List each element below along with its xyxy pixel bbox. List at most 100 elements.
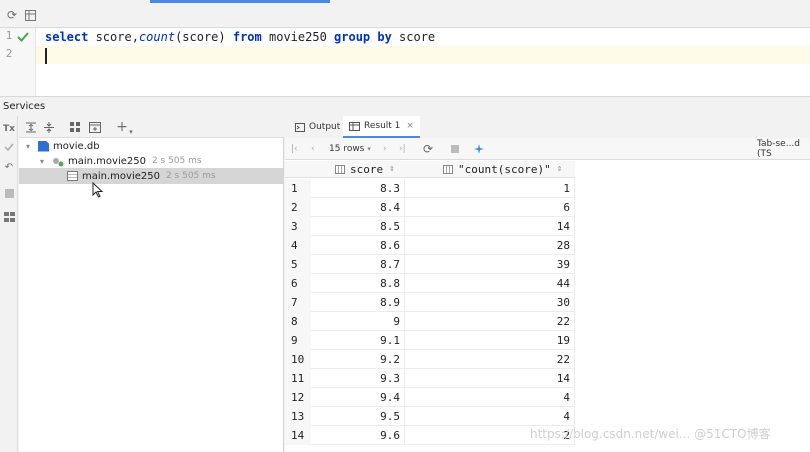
cell-count[interactable]: 22 [405, 350, 575, 369]
group-by-icon[interactable] [67, 119, 83, 135]
cell-score[interactable]: 8.7 [311, 255, 405, 274]
collapse-all-icon[interactable] [41, 119, 57, 135]
services-panel-header: Services [0, 96, 810, 116]
chevron-down-icon[interactable]: ▾ [123, 124, 139, 140]
cell-score[interactable]: 8.3 [311, 179, 405, 198]
active-editor-tab-indicator [150, 0, 330, 3]
expand-all-icon[interactable] [23, 119, 39, 135]
results-panel: Output Result 1 × |‹ ‹ 15 rows ▾ › ›| ⟳ [285, 116, 810, 452]
reload-icon[interactable]: ⟳ [423, 142, 433, 156]
cell-count[interactable]: 6 [405, 198, 575, 217]
column-header-score[interactable]: score ⇕ [311, 161, 405, 178]
cell-score[interactable]: 8.9 [311, 293, 405, 312]
tree-node-session[interactable]: ▾ main.movie250 2 s 505 ms [37, 153, 202, 169]
sql-token: score [391, 30, 436, 44]
cell-score[interactable]: 9.5 [311, 407, 405, 426]
cell-count[interactable]: 22 [405, 312, 575, 331]
stop-icon[interactable] [2, 186, 16, 200]
sql-editor[interactable]: 1 2 select score,count(score) from movie… [0, 28, 810, 96]
last-page-icon[interactable]: ›| [399, 142, 406, 156]
sql-token: count [138, 30, 176, 44]
results-tabs: Output Result 1 × [285, 116, 810, 138]
close-icon[interactable]: × [406, 121, 414, 131]
row-number[interactable]: 11 [285, 369, 311, 388]
chevron-down-icon[interactable]: ▾ [23, 141, 33, 151]
cell-count[interactable]: 30 [405, 293, 575, 312]
row-number[interactable]: 3 [285, 217, 311, 236]
row-number[interactable]: 5 [285, 255, 311, 274]
cell-score[interactable]: 8.4 [311, 198, 405, 217]
row-number[interactable]: 12 [285, 388, 311, 407]
rows-selector[interactable]: 15 rows ▾ [329, 142, 371, 156]
row-number[interactable]: 6 [285, 274, 311, 293]
cell-score[interactable]: 9.6 [311, 426, 405, 445]
tree-node-result[interactable]: main.movie250 2 s 505 ms [19, 168, 284, 184]
row-number[interactable]: 8 [285, 312, 311, 331]
pin-icon[interactable] [473, 142, 485, 156]
tree-node-label: main.movie250 [82, 170, 160, 182]
empty-line[interactable] [36, 46, 810, 64]
results-toolbar: |‹ ‹ 15 rows ▾ › ›| ⟳ Tab-se...d (TS [285, 138, 810, 160]
editor-toolbar: ⟳ [0, 0, 810, 28]
connection-icon [52, 156, 64, 167]
next-page-icon[interactable]: › [383, 142, 387, 156]
transaction-mode-icon[interactable]: Tx [2, 122, 16, 136]
cell-count[interactable]: 44 [405, 274, 575, 293]
row-number[interactable]: 13 [285, 407, 311, 426]
sql-token: group by [334, 30, 392, 44]
cell-score[interactable]: 9.1 [311, 331, 405, 350]
cell-count[interactable]: 1 [405, 179, 575, 198]
cell-score[interactable]: 9 [311, 312, 405, 331]
first-page-icon[interactable]: |‹ [291, 142, 298, 156]
row-number[interactable]: 7 [285, 293, 311, 312]
line-number: 1 [5, 29, 13, 42]
execution-time: 2 s 505 ms [151, 156, 202, 166]
cell-count[interactable]: 4 [405, 407, 575, 426]
row-number[interactable]: 4 [285, 236, 311, 255]
sql-token: from [232, 30, 262, 44]
layout-icon[interactable] [2, 210, 16, 224]
table-view-icon[interactable] [22, 7, 38, 23]
cell-score[interactable]: 9.4 [311, 388, 405, 407]
cell-score[interactable]: 9.3 [311, 369, 405, 388]
cell-score[interactable]: 8.8 [311, 274, 405, 293]
cell-count[interactable]: 4 [405, 388, 575, 407]
column-header-count[interactable]: "count(score)" ⇕ [405, 161, 575, 178]
sort-icon[interactable]: ⇕ [389, 164, 394, 174]
chevron-down-icon[interactable]: ▾ [37, 156, 47, 166]
export-format-selector[interactable]: Tab-se...d (TS [757, 139, 810, 159]
row-number[interactable]: 9 [285, 331, 311, 350]
ide-window: ⟳ 1 2 select score,count(score) from mov… [0, 0, 810, 452]
column-icon [443, 164, 453, 174]
tab-label: Result 1 [364, 121, 401, 131]
previous-page-icon[interactable]: ‹ [311, 142, 315, 156]
rollback-icon[interactable]: ↶ [2, 160, 16, 174]
cell-count[interactable]: 14 [405, 369, 575, 388]
tab-result-1[interactable]: Result 1 × [343, 116, 420, 138]
cell-count[interactable]: 19 [405, 331, 575, 350]
refresh-icon[interactable]: ⟳ [4, 7, 20, 23]
cell-count[interactable]: 28 [405, 236, 575, 255]
sql-token: (score) [175, 30, 233, 44]
stop-icon[interactable] [451, 142, 459, 156]
cell-score[interactable]: 8.6 [311, 236, 405, 255]
cell-count[interactable]: 39 [405, 255, 575, 274]
sort-icon[interactable]: ⇕ [557, 164, 562, 174]
query-line[interactable]: select score,count(score) from movie250 … [36, 28, 810, 46]
table-icon [349, 121, 360, 131]
row-number[interactable]: 1 [285, 179, 311, 198]
sql-token: score, [88, 30, 139, 44]
column-icon [335, 164, 345, 174]
rows-count: 15 rows [329, 144, 365, 154]
line-number: 2 [5, 47, 13, 60]
row-number[interactable]: 10 [285, 350, 311, 369]
cell-count[interactable]: 14 [405, 217, 575, 236]
cell-score[interactable]: 9.2 [311, 350, 405, 369]
commit-check-icon[interactable] [2, 140, 16, 154]
tab-output[interactable]: Output [289, 116, 346, 138]
cell-score[interactable]: 8.5 [311, 217, 405, 236]
row-number[interactable]: 2 [285, 198, 311, 217]
new-tab-icon[interactable] [87, 119, 103, 135]
row-number[interactable]: 14 [285, 426, 311, 445]
tree-node-movie-db[interactable]: ▾ movie.db [23, 138, 100, 154]
